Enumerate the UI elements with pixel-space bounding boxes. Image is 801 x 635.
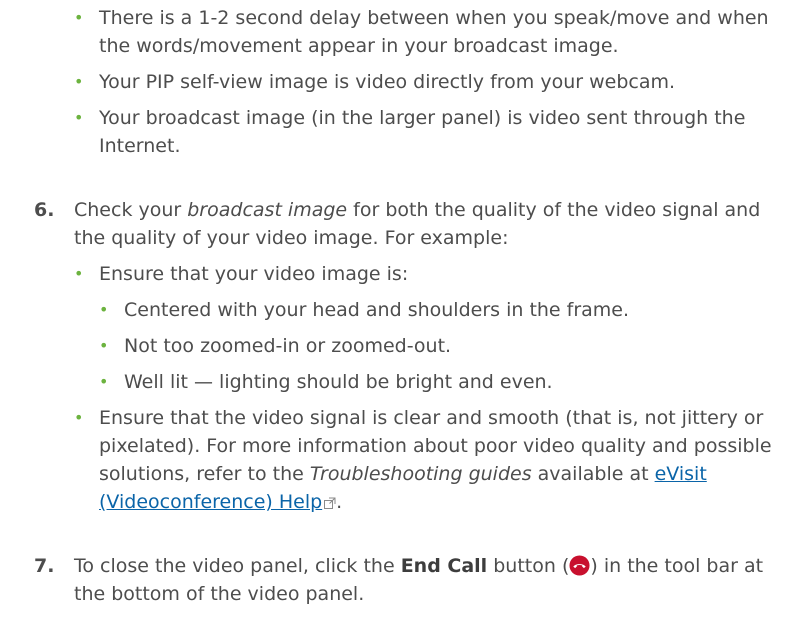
list-item: • Your broadcast image (in the larger pa… [74, 104, 784, 160]
bullet-text: Your broadcast image (in the larger pane… [99, 107, 746, 157]
list-item: • Well lit — lighting should be bright a… [99, 368, 786, 396]
emphasis-text: broadcast image [187, 199, 348, 221]
list-item: • Ensure that the video signal is clear … [74, 404, 786, 516]
bullet-icon: • [74, 108, 84, 127]
list-item: • Not too zoomed-in or zoomed-out. [99, 332, 786, 360]
text-segment: To close the video panel, click the [74, 555, 401, 577]
text-segment: button ( [487, 555, 570, 577]
step-6: 6. Check your broadcast image for both t… [34, 196, 786, 516]
bullet-text: Your PIP self-view image is video direct… [99, 71, 676, 93]
intro-bullet-list: • There is a 1-2 second delay between wh… [74, 0, 784, 160]
step-body: Check your broadcast image for both the … [34, 196, 786, 516]
list-item: • There is a 1-2 second delay between wh… [74, 4, 784, 60]
step-body: To close the video panel, click the End … [34, 552, 786, 608]
emphasis-text: Troubleshooting guides [309, 463, 532, 485]
text-segment: Check your [74, 199, 188, 221]
step-number: 6. [34, 199, 55, 221]
text-segment: . [336, 491, 343, 513]
bullet-text: Well lit — lighting should be bright and… [124, 371, 553, 393]
image-criteria-list: • Centered with your head and shoulders … [99, 296, 786, 396]
list-item: • Your PIP self-view image is video dire… [74, 68, 784, 96]
bullet-icon: • [99, 336, 109, 355]
list-item: • Centered with your head and shoulders … [99, 296, 786, 324]
text-segment: available at [531, 463, 655, 485]
bullet-text: Not too zoomed-in or zoomed-out. [124, 335, 452, 357]
bullet-text: There is a 1-2 second delay between when… [99, 7, 769, 57]
bullet-icon: • [74, 264, 84, 283]
step-7: 7. To close the video panel, click the E… [34, 552, 786, 608]
step-number: 7. [34, 555, 55, 577]
bullet-icon: • [74, 8, 84, 27]
external-link-icon[interactable] [324, 497, 336, 509]
bold-text: End Call [400, 555, 488, 577]
document-page: • There is a 1-2 second delay between wh… [0, 0, 801, 635]
bullet-text: Centered with your head and shoulders in… [124, 299, 630, 321]
end-call-icon [569, 555, 590, 576]
bullet-icon: • [74, 408, 84, 427]
bullet-icon: • [99, 300, 109, 319]
bullet-text: Ensure that the video signal is clear an… [99, 407, 772, 513]
bullet-icon: • [74, 72, 84, 91]
step-6-bullet-list: • Ensure that your video image is: • Cen… [74, 260, 786, 516]
step-text: Check your broadcast image for both the … [74, 196, 786, 252]
bullet-text: Ensure that your video image is: [99, 263, 409, 285]
bullet-icon: • [99, 372, 109, 391]
list-item: • Ensure that your video image is: • Cen… [74, 260, 786, 396]
